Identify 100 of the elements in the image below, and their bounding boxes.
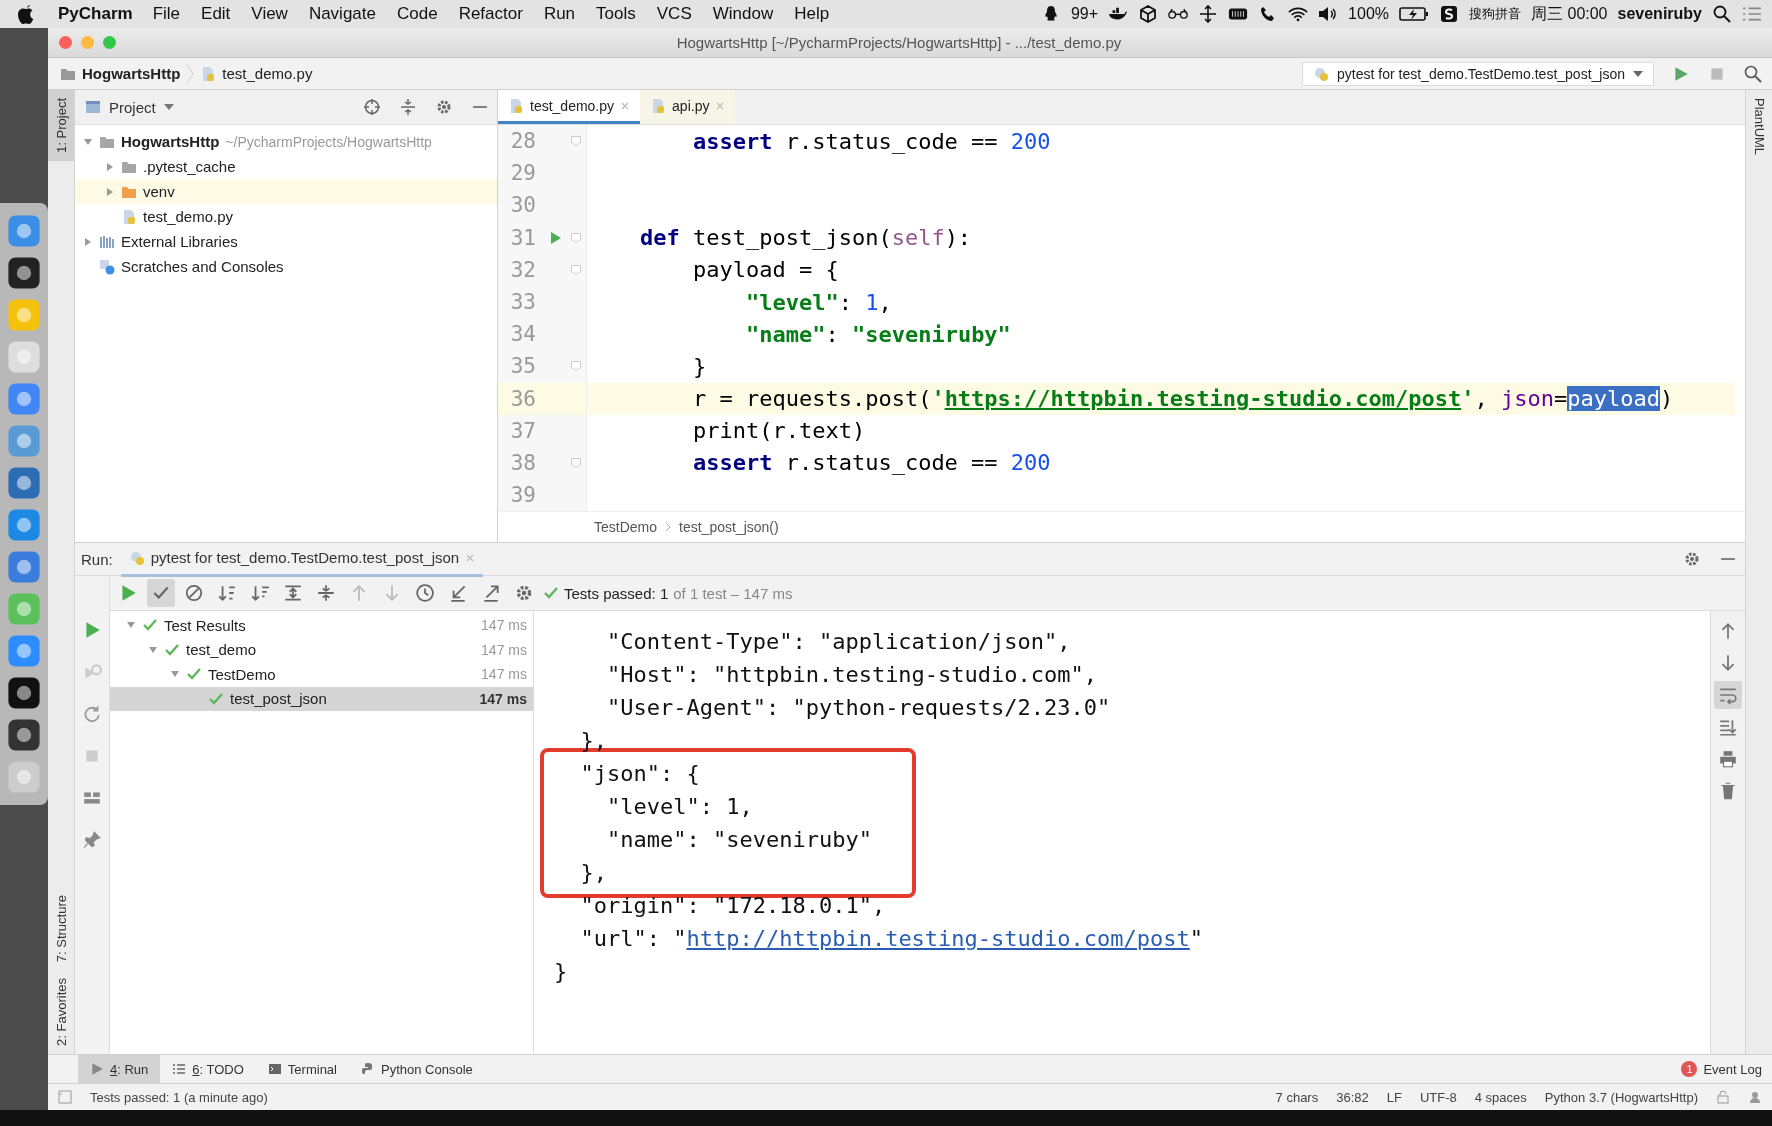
tree-item-label[interactable]: External Libraries <box>121 233 238 250</box>
tool-window-tab[interactable]: 7: Structure <box>48 886 74 971</box>
locate-icon[interactable] <box>363 98 381 116</box>
menu-item[interactable]: Run <box>543 4 576 24</box>
run-configuration-dropdown[interactable]: pytest for test_demo.TestDemo.test_post_json <box>1302 61 1654 86</box>
input-method-icon[interactable] <box>1439 5 1460 23</box>
expand-arrow-icon[interactable] <box>105 161 115 172</box>
tool-window-tab[interactable]: 4: Run <box>78 1055 161 1083</box>
python-file-icon <box>121 208 137 225</box>
fold-marker-icon[interactable] <box>570 263 582 276</box>
fold-marker-icon[interactable] <box>570 456 582 469</box>
run-icon[interactable] <box>1672 64 1690 83</box>
editor-tab[interactable]: test_demo.py <box>498 90 641 124</box>
lock-icon[interactable] <box>1716 1090 1730 1104</box>
status-item[interactable]: LF <box>1386 1089 1402 1105</box>
expand-arrow-icon[interactable] <box>148 644 158 655</box>
breadcrumb[interactable]: TestDemo <box>594 519 658 535</box>
close-icon[interactable] <box>465 552 476 563</box>
code-line: r = requests.post('https://httpbin.testing-studio.com/post', json=payload) <box>691 386 1674 412</box>
menu-item[interactable]: Navigate <box>308 4 376 24</box>
project-tool-tab[interactable]: 1: Project <box>48 90 74 161</box>
expand-arrow-icon[interactable] <box>105 186 115 197</box>
close-icon[interactable] <box>620 100 631 111</box>
event-log-button[interactable]: 1 Event Log <box>1681 1061 1762 1077</box>
expand-arrow-icon[interactable] <box>83 136 93 147</box>
status-item[interactable]: 7 chars <box>1275 1089 1319 1105</box>
app-icon[interactable] <box>6 717 42 753</box>
menu-item[interactable]: View <box>251 4 288 24</box>
breadcrumb[interactable]: HogwartsHttp <box>82 65 181 82</box>
menu-item[interactable]: File <box>152 4 181 24</box>
apple-logo-icon[interactable] <box>16 3 36 25</box>
cube-icon[interactable] <box>1138 5 1159 23</box>
tool-window-tab[interactable]: 2: Favorites <box>48 970 74 1054</box>
console-line: } <box>554 958 568 986</box>
fold-marker-icon[interactable] <box>570 231 582 244</box>
breadcrumb[interactable]: test_demo.py <box>222 65 313 82</box>
console-line: }, <box>579 727 607 755</box>
app-icon[interactable] <box>6 675 42 711</box>
status-item[interactable]: 4 spaces <box>1474 1089 1527 1105</box>
menu-item[interactable]: Edit <box>201 4 231 24</box>
settings-icon[interactable] <box>435 98 453 116</box>
test-tree-row[interactable]: TestDemo 147 ms <box>110 662 533 687</box>
tree-item-label[interactable]: Scratches and Consoles <box>121 258 284 275</box>
app-menu[interactable]: PyCharm <box>58 4 133 24</box>
status-item[interactable]: Python 3.7 (HogwartsHttp) <box>1544 1089 1698 1105</box>
user-name[interactable]: seveniruby <box>1617 5 1702 23</box>
tool-window-tab[interactable]: Python Console <box>349 1055 485 1083</box>
status-item[interactable]: UTF-8 <box>1419 1089 1457 1105</box>
test-tree-row[interactable]: Test Results 147 ms <box>110 613 533 638</box>
close-button[interactable] <box>59 36 72 49</box>
menu-item[interactable]: Code <box>397 4 438 24</box>
tool-window-tab[interactable]: Terminal <box>255 1055 349 1083</box>
tree-item-label[interactable]: HogwartsHttp <box>121 133 220 150</box>
tree-item-label[interactable]: .pytest_cache <box>143 158 236 175</box>
battery-percent: 100% <box>1348 5 1390 23</box>
menu-icon[interactable] <box>1742 5 1762 23</box>
test-status: Tests passed: 1 <box>564 584 669 602</box>
tool-windows-toggle-icon[interactable] <box>58 1090 72 1104</box>
inspector-icon[interactable] <box>1748 1090 1762 1104</box>
line-number: 33 <box>509 290 536 315</box>
volume-icon[interactable] <box>1318 5 1339 23</box>
caret-icon[interactable] <box>163 104 174 110</box>
status-item[interactable]: 36:82 <box>1336 1089 1369 1105</box>
test-tree-row[interactable]: test_post_json 147 ms <box>110 686 533 711</box>
menu-item[interactable]: Tools <box>596 4 636 24</box>
expand-arrow-icon[interactable] <box>83 236 93 247</box>
window-title: HogwartsHttp [~/PycharmProjects/HogwartsHttp] - .../test_demo.py <box>675 34 1123 51</box>
app-icon[interactable] <box>6 255 42 291</box>
fold-marker-icon[interactable] <box>570 360 582 373</box>
settings-icon[interactable] <box>1683 550 1701 568</box>
chevron-icon <box>186 63 195 84</box>
wifi-icon[interactable] <box>1288 5 1309 23</box>
plantuml-tool-tab[interactable]: PlantUML <box>1746 90 1772 164</box>
breadcrumb[interactable]: test_post_json() <box>679 519 779 535</box>
show-passed-toggle-icon[interactable] <box>147 579 175 607</box>
fold-marker-icon[interactable] <box>570 135 582 148</box>
menu-item[interactable]: Window <box>712 4 774 24</box>
path-hint: ~/PycharmProjects/HogwartsHttp <box>225 133 432 150</box>
test-tree-row[interactable]: test_demo 147 ms <box>110 637 533 662</box>
notification-count: 99+ <box>1070 5 1099 23</box>
tree-item-label[interactable]: test_demo.py <box>143 208 234 225</box>
zoom-button[interactable] <box>103 36 116 49</box>
caret-icon <box>1633 70 1643 77</box>
project-view-selector[interactable]: Project <box>109 98 156 116</box>
close-icon[interactable] <box>715 100 726 111</box>
menu-item[interactable]: Refactor <box>458 4 523 24</box>
battery-icon[interactable] <box>1399 5 1430 23</box>
soft-wrap-icon[interactable] <box>1714 681 1742 709</box>
tool-window-tab[interactable]: 6: TODO <box>160 1055 256 1083</box>
run-tab[interactable]: pytest for test_demo.TestDemo.test_post_json <box>120 541 484 577</box>
search-icon[interactable] <box>1712 5 1732 23</box>
menu-item[interactable]: Help <box>794 4 830 24</box>
run-gutter-icon[interactable] <box>550 230 562 245</box>
editor-tab[interactable]: api.py <box>640 90 736 124</box>
menu-item[interactable]: VCS <box>656 4 692 24</box>
move-arrows-icon[interactable] <box>1198 5 1219 23</box>
collapse-icon[interactable] <box>399 98 417 116</box>
console-line: "origin": "172.18.0.1", <box>579 892 886 920</box>
tree-item-label[interactable]: venv <box>143 183 175 200</box>
search-icon[interactable] <box>1744 64 1762 83</box>
